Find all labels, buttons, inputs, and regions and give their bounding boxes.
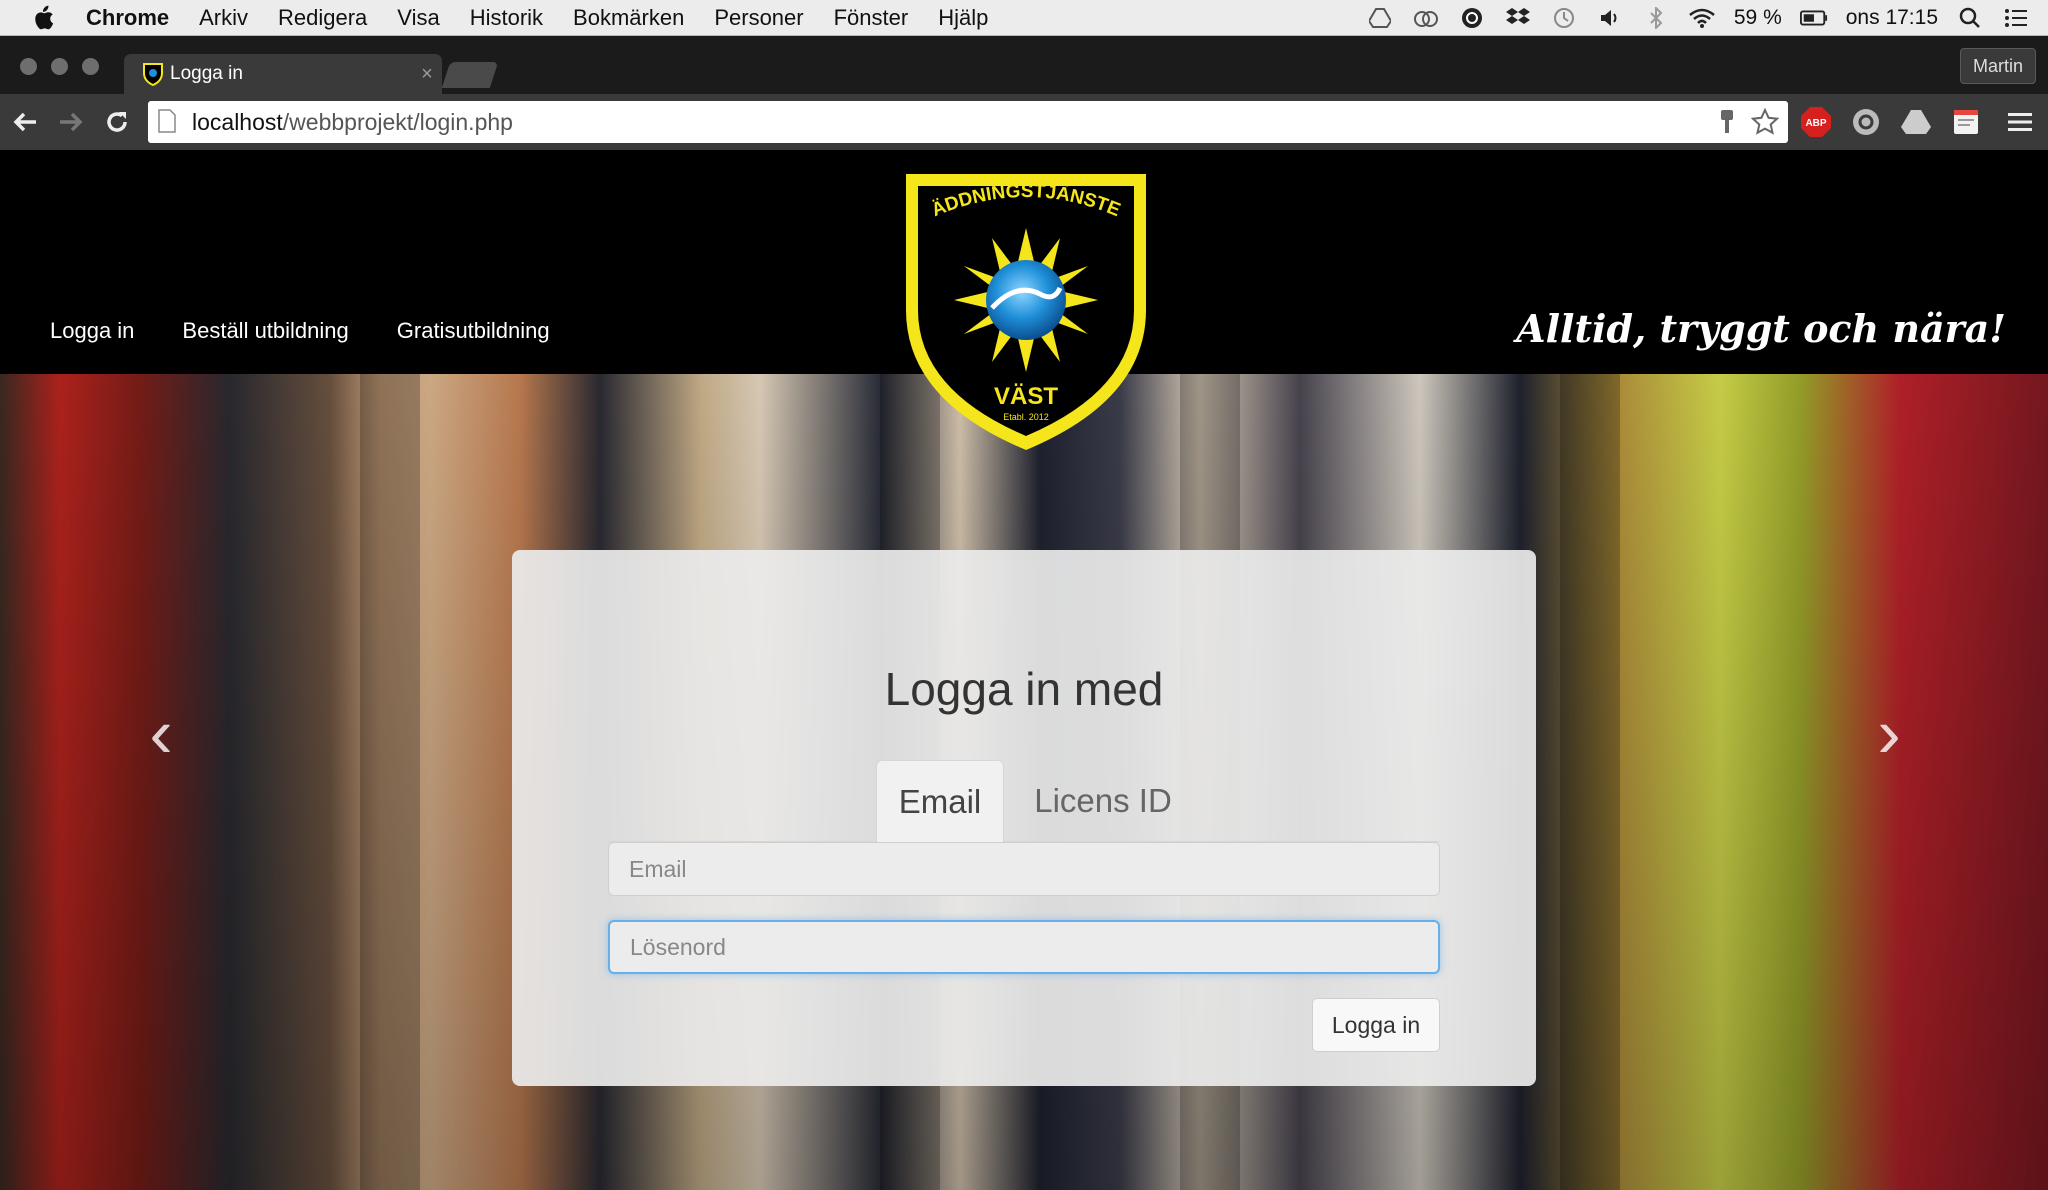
site-tagline: Alltid, tryggt och nära!	[1516, 306, 2006, 351]
login-method-tabs: Email Licens ID	[608, 760, 1440, 843]
minimize-window-button[interactable]	[51, 58, 68, 75]
menu-bokmarken[interactable]: Bokmärken	[573, 5, 684, 31]
login-heading: Logga in med	[884, 663, 1164, 715]
locker-shadow	[1560, 374, 1620, 1190]
page-icon	[158, 109, 180, 135]
nav-gratisutbildning[interactable]: Gratisutbildning	[397, 318, 550, 344]
site-logo[interactable]: RÄDDNINGSTJÄNSTEN VÄST Etabl. 2012	[896, 160, 1156, 460]
menu-fonster[interactable]: Fönster	[834, 5, 909, 31]
logo-established-text: Etabl. 2012	[1003, 412, 1049, 422]
tab-licens-id[interactable]: Licens ID	[1018, 760, 1188, 842]
volume-icon[interactable]	[1596, 4, 1624, 32]
battery-percent: 59 %	[1733, 6, 1782, 29]
tab-email[interactable]: Email	[876, 760, 1004, 843]
menubar-clock[interactable]: ons 17:15	[1846, 6, 1938, 30]
menu-redigera[interactable]: Redigera	[278, 5, 367, 31]
menubar-status-area: 59 % ons 17:15	[1348, 0, 2030, 36]
dropbox-icon[interactable]	[1504, 4, 1532, 32]
site-nav: Logga in Beställ utbildning Gratisutbild…	[50, 318, 598, 344]
locker-shadow	[360, 374, 420, 1190]
reload-icon[interactable]	[96, 101, 138, 143]
bluetooth-icon[interactable]	[1642, 4, 1670, 32]
menu-visa[interactable]: Visa	[397, 5, 439, 31]
google-drive-icon[interactable]	[1366, 4, 1394, 32]
apple-icon[interactable]	[32, 5, 62, 31]
carousel-prev-icon[interactable]: ‹	[136, 694, 186, 772]
tab-close-icon[interactable]: ×	[412, 63, 442, 86]
nav-logga-in[interactable]: Logga in	[50, 318, 134, 344]
adblock-plus-icon[interactable]: ABP	[1798, 104, 1834, 140]
menu-app-name[interactable]: Chrome	[86, 5, 169, 31]
menu-hjalp[interactable]: Hjälp	[938, 5, 988, 31]
browser-toolbar: localhost /webbprojekt/login.php ABP	[0, 94, 2048, 150]
close-window-button[interactable]	[20, 58, 37, 75]
site-favicon-icon	[142, 62, 164, 87]
web-page: Logga in Beställ utbildning Gratisutbild…	[0, 150, 2048, 1190]
menu-historik[interactable]: Historik	[470, 5, 543, 31]
bookmark-star-icon[interactable]	[1750, 107, 1780, 137]
password-key-icon[interactable]	[1712, 107, 1742, 137]
menu-arkiv[interactable]: Arkiv	[199, 5, 248, 31]
nav-bestall-utbildning[interactable]: Beställ utbildning	[182, 318, 348, 344]
grammarly-extension-icon[interactable]	[1848, 104, 1884, 140]
menu-personer[interactable]: Personer	[714, 5, 803, 31]
grammarly-icon[interactable]	[1458, 4, 1486, 32]
keep-extension-icon[interactable]	[1948, 104, 1984, 140]
new-tab-button[interactable]	[441, 62, 499, 88]
drive-extension-icon[interactable]	[1898, 104, 1934, 140]
login-panel: Logga in med Email Licens ID Email Lösen…	[512, 550, 1536, 1086]
forward-arrow-icon[interactable]	[50, 101, 92, 143]
macos-menubar: Chrome Arkiv Redigera Visa Historik Bokm…	[0, 0, 2048, 36]
battery-icon[interactable]	[1799, 4, 1828, 32]
abp-label: ABP	[1805, 118, 1826, 129]
window-controls	[20, 58, 113, 75]
logo-bottom-text: VÄST	[994, 383, 1058, 410]
time-machine-icon[interactable]	[1550, 4, 1578, 32]
browser-tab-active[interactable]: Logga in ×	[124, 54, 442, 94]
password-input[interactable]: Lösenord	[608, 920, 1440, 974]
wifi-icon[interactable]	[1688, 4, 1716, 32]
tab-title: Logga in	[170, 63, 243, 84]
url-host: localhost	[192, 108, 283, 135]
notification-center-icon[interactable]	[2002, 4, 2030, 32]
login-submit-button[interactable]: Logga in	[1312, 998, 1440, 1052]
carousel-next-icon[interactable]: ›	[1864, 694, 1914, 772]
back-arrow-icon[interactable]	[4, 101, 46, 143]
email-input[interactable]: Email	[608, 842, 1440, 896]
creative-cloud-icon[interactable]	[1412, 4, 1440, 32]
address-bar[interactable]: localhost /webbprojekt/login.php	[148, 101, 1788, 143]
browser-tabstrip: Logga in × Martin	[0, 36, 2048, 94]
spotlight-search-icon[interactable]	[1956, 4, 1984, 32]
profile-button[interactable]: Martin	[1959, 48, 2036, 84]
omnibox-actions	[1704, 107, 1780, 137]
chrome-menu-icon[interactable]	[2002, 104, 2038, 140]
url-path: /webbprojekt/login.php	[282, 108, 513, 135]
maximize-window-button[interactable]	[82, 58, 99, 75]
